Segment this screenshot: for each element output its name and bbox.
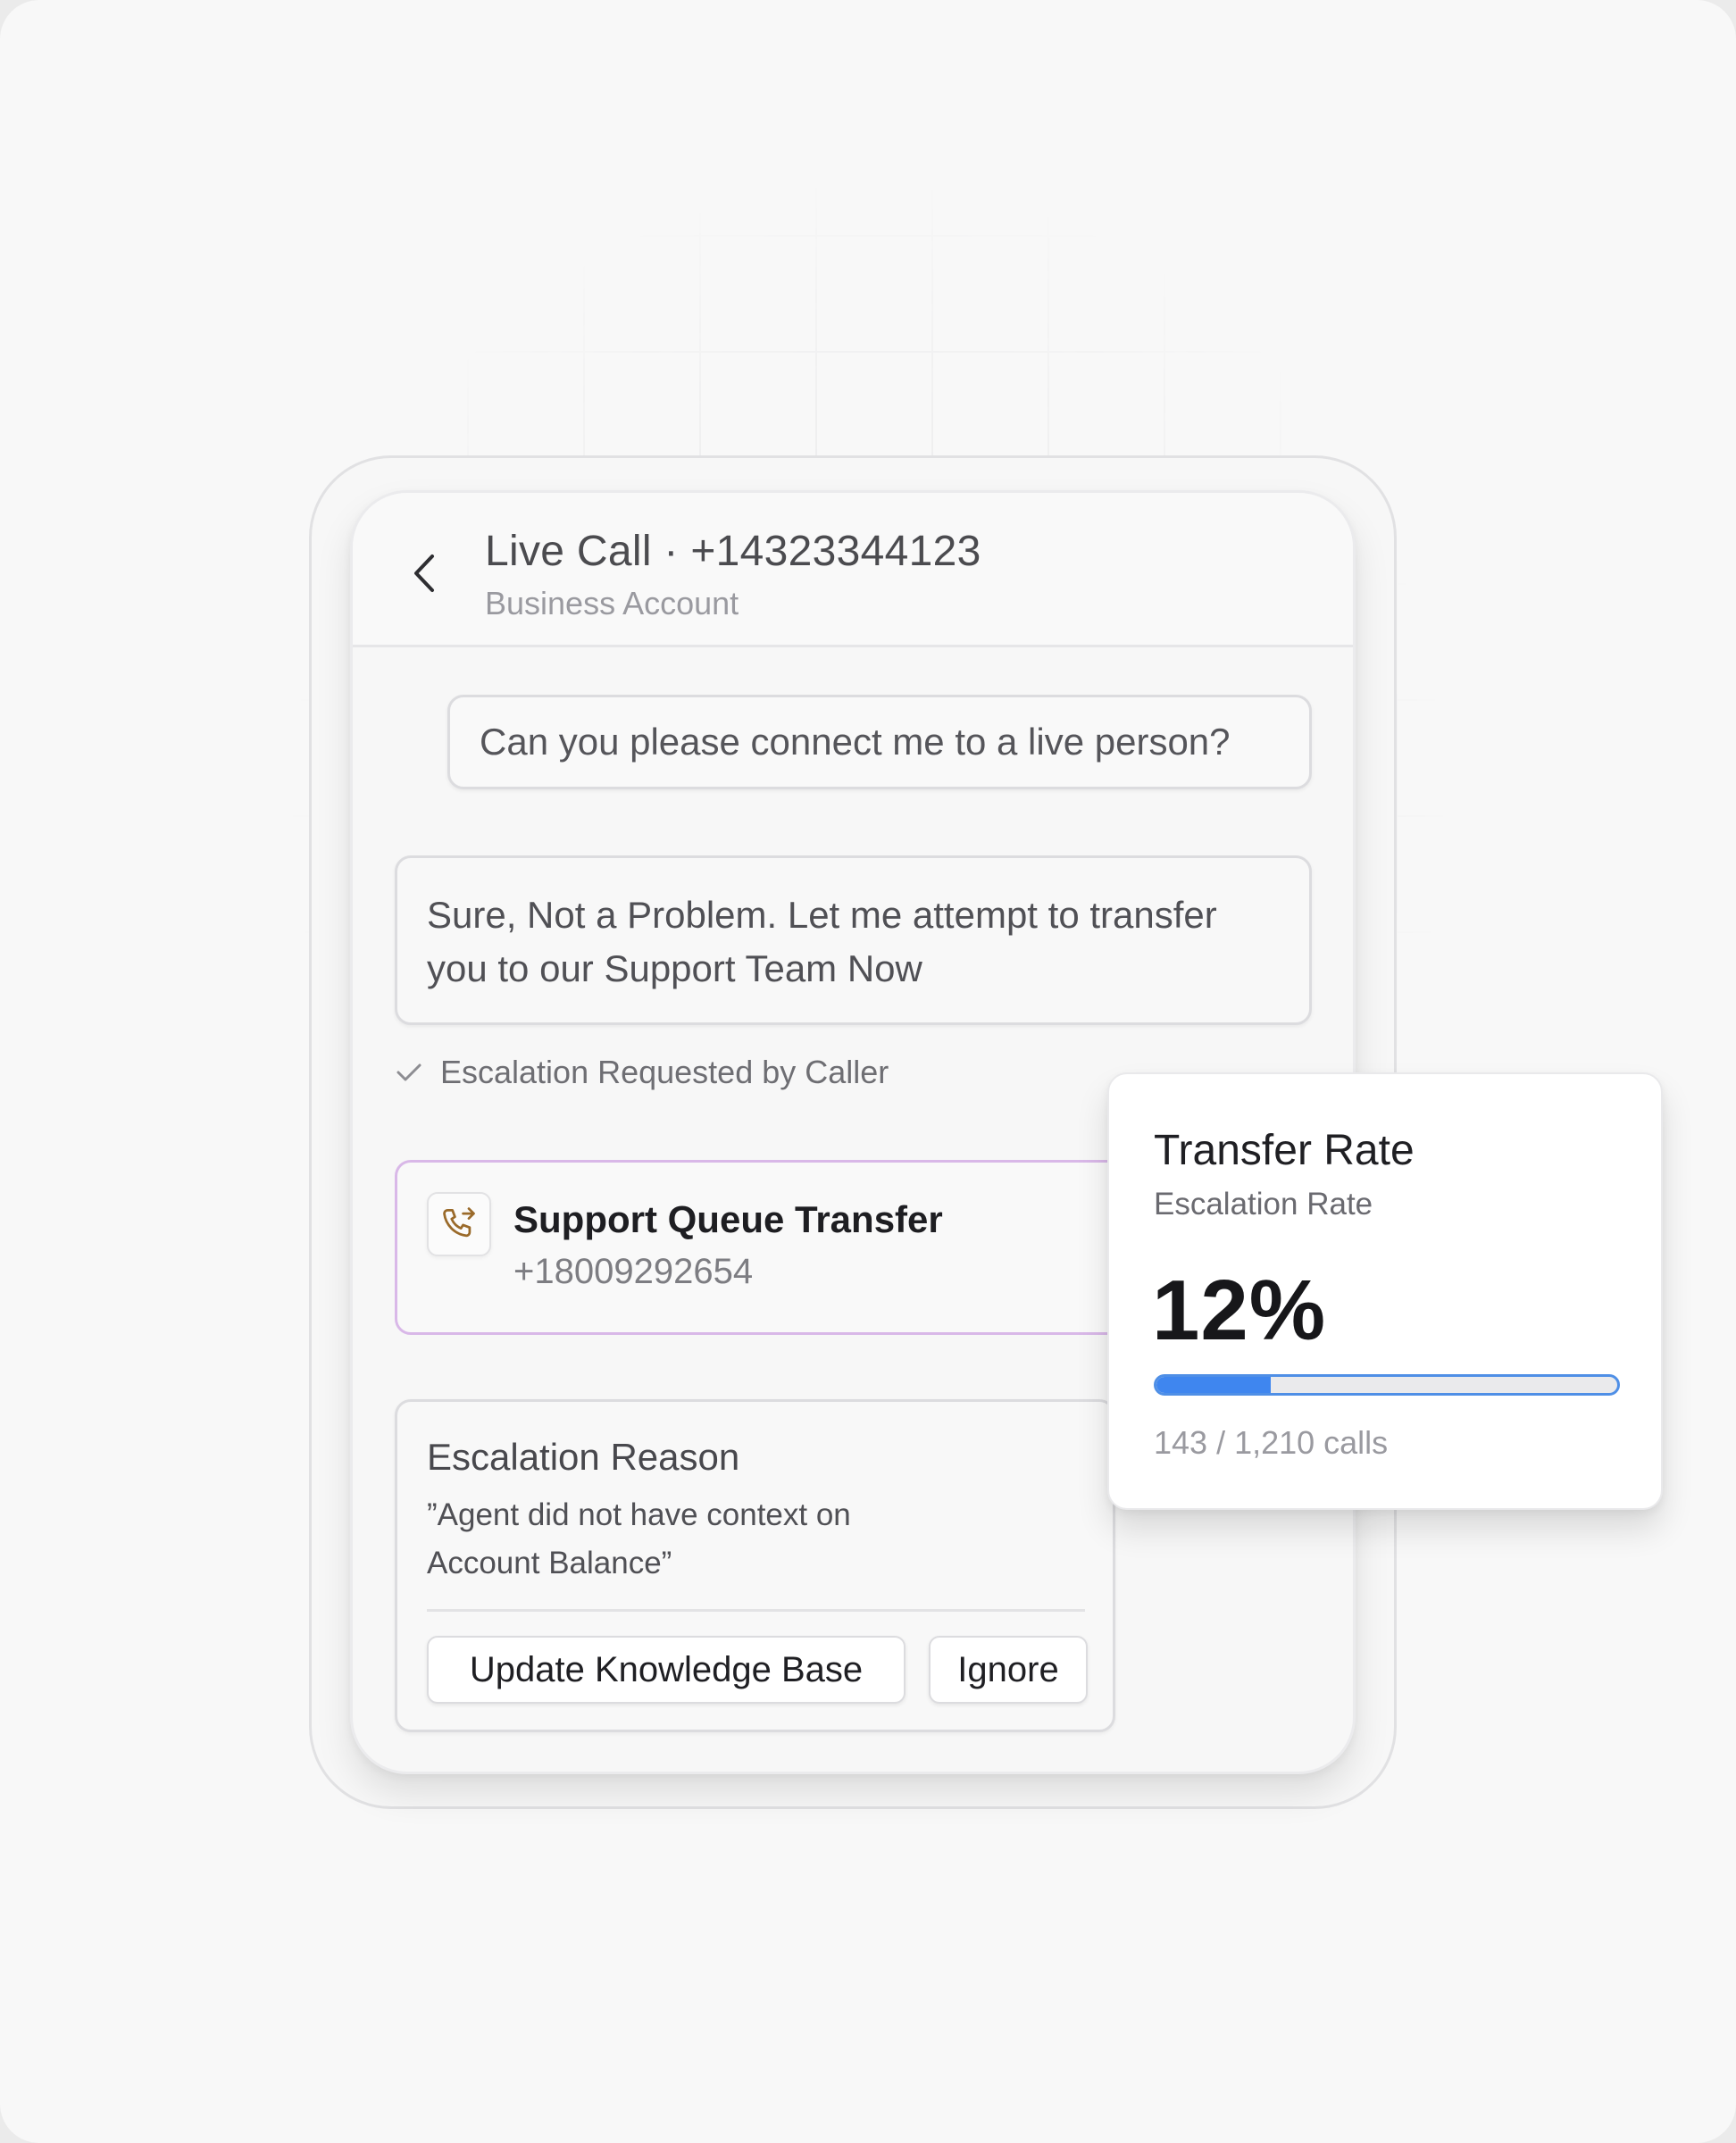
page-subtitle: Business Account [485, 585, 739, 621]
agent-message: Sure, Not a Problem. Let me attempt to t… [395, 855, 1312, 1025]
escalation-reason-quote: ”Agent did not have context on Account B… [427, 1497, 851, 1580]
transfer-title: Support Queue Transfer [513, 1198, 943, 1240]
call-header: Live Call · +14323344123 Business Accoun… [353, 493, 1353, 647]
phone-forward-icon [443, 1207, 475, 1238]
divider [427, 1609, 1085, 1612]
transfer-number: +18009292654 [513, 1252, 754, 1291]
stats-subtitle: Escalation Rate [1154, 1187, 1373, 1222]
stats-caption: 143 / 1,210 calls [1154, 1424, 1389, 1461]
escalation-reason-card: Escalation Reason ”Agent did not have co… [395, 1399, 1115, 1732]
transfer-rate-card: Transfer Rate Escalation Rate 12% 143 / … [1107, 1072, 1663, 1510]
transfer-rate-progress-bar [1154, 1374, 1620, 1396]
stats-title: Transfer Rate [1154, 1127, 1415, 1174]
stats-value: 12% [1152, 1263, 1327, 1358]
escalation-status: Escalation Requested by Caller [396, 1050, 889, 1095]
progress-fill [1156, 1377, 1272, 1393]
back-button[interactable] [405, 546, 444, 600]
page-title: Live Call · +14323344123 [485, 528, 981, 575]
caller-message: Can you please connect me to a live pers… [447, 695, 1312, 789]
page-background: Live Call · +14323344123 Business Accoun… [0, 0, 1736, 2143]
escalation-status-text: Escalation Requested by Caller [440, 1054, 889, 1090]
update-knowledge-base-button[interactable]: Update Knowledge Base [427, 1636, 906, 1704]
caller-message-text: Can you please connect me to a live pers… [480, 721, 1231, 763]
escalation-reason-title: Escalation Reason [427, 1436, 740, 1478]
agent-message-text: Sure, Not a Problem. Let me attempt to t… [427, 894, 1217, 989]
check-icon [396, 1063, 421, 1081]
ignore-button[interactable]: Ignore [929, 1636, 1088, 1704]
transfer-icon-box [427, 1192, 491, 1256]
chevron-left-icon [414, 555, 434, 592]
